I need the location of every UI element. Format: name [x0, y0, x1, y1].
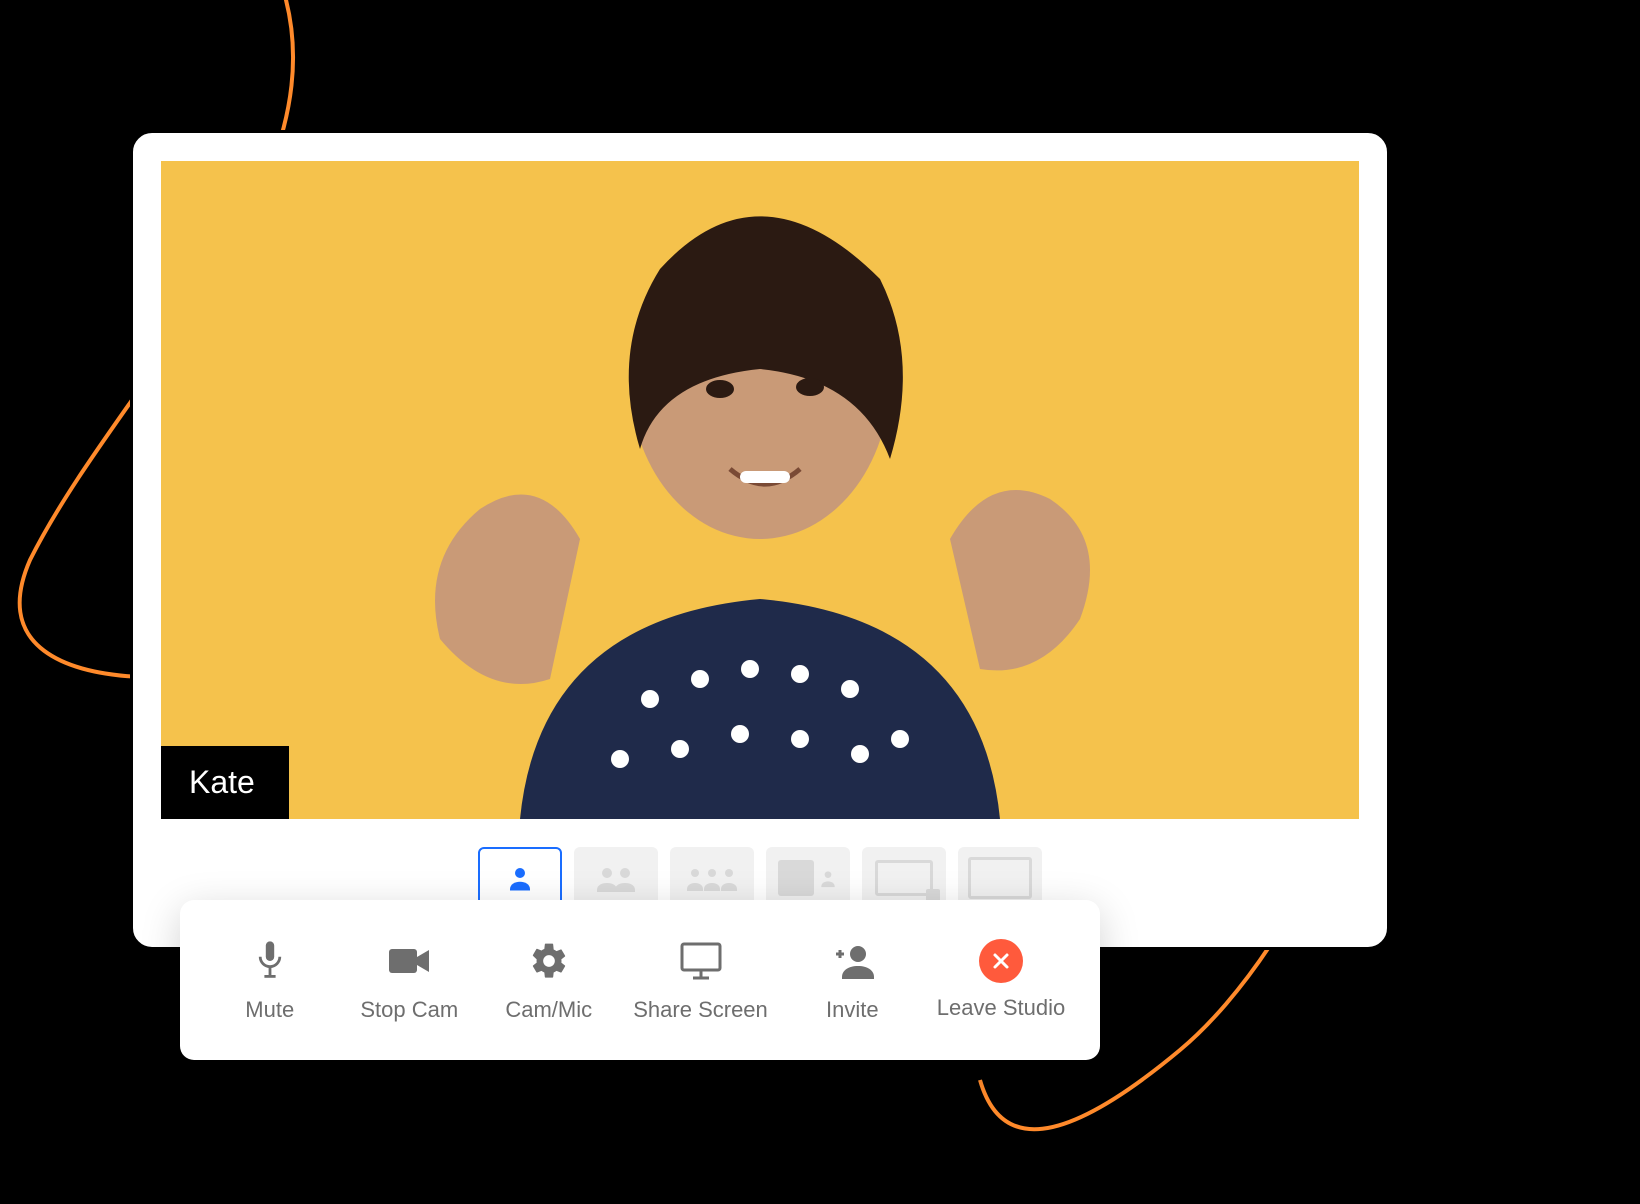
gear-icon [525, 937, 573, 985]
leave-label: Leave Studio [937, 995, 1065, 1021]
participant-video-placeholder [320, 179, 1200, 819]
participant-name: Kate [189, 764, 255, 800]
people-three-icon [684, 865, 740, 891]
camera-icon [385, 937, 433, 985]
monitor-icon [677, 937, 725, 985]
close-icon [979, 939, 1023, 983]
mute-label: Mute [245, 997, 294, 1023]
person-icon [505, 863, 535, 893]
people-two-icon [594, 864, 638, 892]
cam-mic-button[interactable]: Cam/Mic [494, 937, 604, 1023]
participant-name-tag: Kate [161, 746, 289, 819]
stop-cam-button[interactable]: Stop Cam [354, 937, 464, 1023]
mute-button[interactable]: Mute [215, 937, 325, 1023]
person-small-icon [818, 867, 838, 889]
invite-button[interactable]: Invite [797, 937, 907, 1023]
control-bar: Mute Stop Cam Cam/Mic Share Screen Invit… [180, 900, 1100, 1060]
add-person-icon [828, 937, 876, 985]
share-screen-button[interactable]: Share Screen [633, 937, 768, 1023]
video-feed: Kate [161, 161, 1359, 819]
cam-mic-label: Cam/Mic [505, 997, 592, 1023]
video-window: Kate [130, 130, 1390, 950]
invite-label: Invite [826, 997, 879, 1023]
microphone-icon [246, 937, 294, 985]
leave-studio-button[interactable]: Leave Studio [937, 939, 1065, 1021]
share-screen-label: Share Screen [633, 997, 768, 1023]
stop-cam-label: Stop Cam [360, 997, 458, 1023]
